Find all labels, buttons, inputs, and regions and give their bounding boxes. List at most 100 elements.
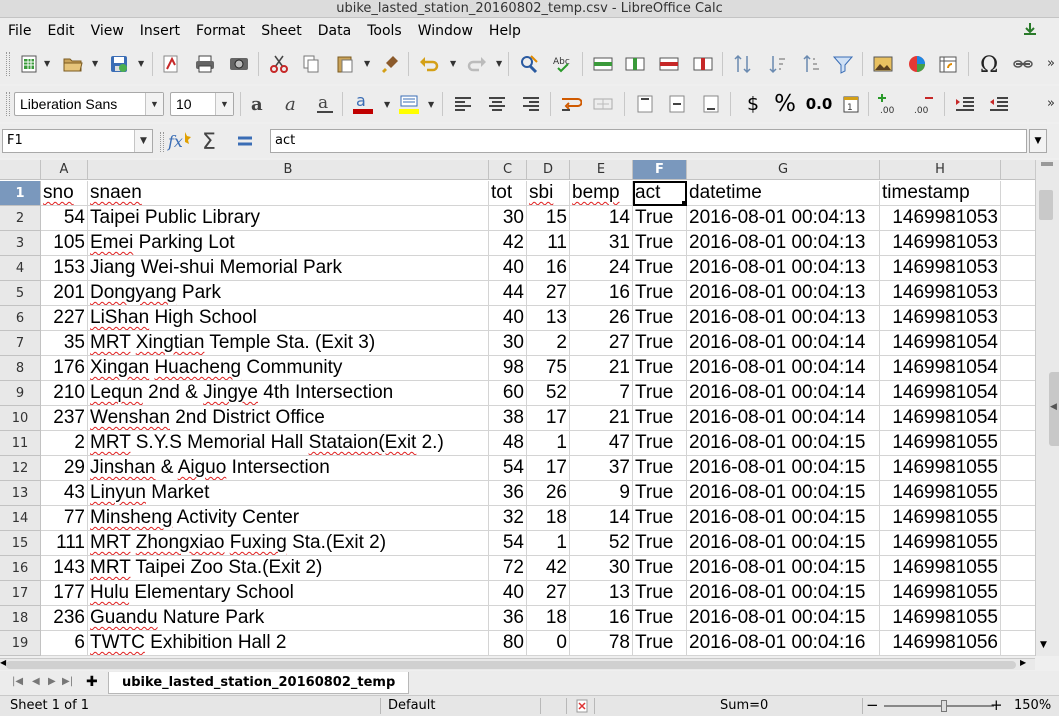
table-cell[interactable]: 9 [570,481,633,506]
table-cell[interactable]: Taipei Public Library [88,206,489,231]
row-header[interactable]: 1 [0,181,41,206]
table-cell[interactable]: 1469981055 [880,606,1001,631]
table-cell[interactable]: 54 [41,206,88,231]
formula-icon[interactable] [232,128,258,154]
percent-format-button[interactable]: % [772,91,798,117]
table-cell[interactable]: 42 [489,231,527,256]
table-cell[interactable]: 2016-08-01 00:04:14 [687,356,880,381]
table-cell[interactable]: 2016-08-01 00:04:15 [687,606,880,631]
table-cell[interactable]: 177 [41,581,88,606]
row-header[interactable]: 2 [0,206,41,231]
header-cell[interactable]: datetime [687,181,880,206]
row-header[interactable]: 16 [0,556,41,581]
row-header[interactable]: 7 [0,331,41,356]
table-cell[interactable] [1001,356,1035,381]
table-cell[interactable]: 44 [489,281,527,306]
header-cell[interactable]: act [633,181,687,206]
table-cell[interactable]: 2016-08-01 00:04:14 [687,406,880,431]
first-sheet-icon[interactable]: |◀ [12,676,23,687]
add-sheet-icon[interactable]: ✚ [86,674,98,690]
font-color-dropdown-icon[interactable]: ▼ [384,100,390,109]
table-cell[interactable]: 143 [41,556,88,581]
zoom-slider-thumb[interactable] [941,700,947,712]
highlighting-dropdown-icon[interactable]: ▼ [428,100,434,109]
table-cell[interactable]: 227 [41,306,88,331]
header-cell[interactable]: sbi [527,181,570,206]
table-cell[interactable]: 2016-08-01 00:04:15 [687,531,880,556]
table-cell[interactable]: 1469981053 [880,206,1001,231]
autofilter-icon[interactable] [830,51,856,77]
scrollbar-thumb[interactable] [1039,190,1053,220]
menu-tools[interactable]: Tools [359,18,410,44]
table-cell[interactable]: 21 [570,406,633,431]
table-cell[interactable]: True [633,331,687,356]
table-cell[interactable]: 40 [489,256,527,281]
table-cell[interactable]: 1469981053 [880,231,1001,256]
table-cell[interactable]: 35 [41,331,88,356]
bold-icon[interactable]: a [246,91,272,117]
table-cell[interactable]: 21 [570,356,633,381]
row-header[interactable]: 19 [0,631,41,656]
more-options-icon[interactable]: » [1047,96,1055,111]
last-sheet-icon[interactable]: ▶| [62,676,73,687]
header-cell[interactable]: bemp [570,181,633,206]
table-cell[interactable]: 111 [41,531,88,556]
cut-icon[interactable] [266,51,292,77]
table-cell[interactable] [1001,581,1035,606]
decrease-indent-icon[interactable] [986,91,1012,117]
column-header-g[interactable]: G [687,160,880,180]
table-cell[interactable]: Guandu Nature Park [88,606,489,631]
table-cell[interactable]: True [633,281,687,306]
table-cell[interactable]: MRT Xingtian Temple Sta. (Exit 3) [88,331,489,356]
number-format-button[interactable]: 0.0 [806,91,833,117]
export-pdf-icon[interactable] [158,51,184,77]
chevron-left-icon[interactable]: ◀ [1050,402,1057,412]
undo-icon[interactable] [416,51,442,77]
table-cell[interactable]: MRT Zhongxiao Fuxing Sta.(Exit 2) [88,531,489,556]
menu-file[interactable]: File [0,18,39,44]
table-cell[interactable]: Minsheng Activity Center [88,506,489,531]
open-dropdown-icon[interactable]: ▼ [92,59,98,68]
undo-dropdown-icon[interactable]: ▼ [450,59,456,68]
table-cell[interactable]: Lequn 2nd & Jingye 4th Intersection [88,381,489,406]
table-cell[interactable] [1001,331,1035,356]
row-header[interactable]: 11 [0,431,41,456]
sum-icon[interactable]: Σ [198,128,224,154]
table-cell[interactable]: 176 [41,356,88,381]
table-cell[interactable]: 37 [570,456,633,481]
table-cell[interactable]: 1469981053 [880,281,1001,306]
column-header-a[interactable]: A [41,160,88,180]
table-cell[interactable]: 30 [570,556,633,581]
align-left-icon[interactable] [450,91,476,117]
table-cell[interactable]: 1 [527,431,570,456]
table-cell[interactable]: 1469981053 [880,306,1001,331]
table-cell[interactable]: 16 [570,606,633,631]
table-cell[interactable]: 1469981055 [880,581,1001,606]
table-cell[interactable]: 17 [527,456,570,481]
scroll-right-arrow-icon[interactable]: ▶ [1020,658,1026,667]
table-cell[interactable]: True [633,481,687,506]
zoom-out-icon[interactable]: − [866,695,879,715]
menu-view[interactable]: View [83,18,132,44]
table-cell[interactable]: True [633,356,687,381]
table-cell[interactable]: 7 [570,381,633,406]
delete-decimal-place-icon[interactable]: .00 [910,91,936,117]
table-cell[interactable]: 72 [489,556,527,581]
table-cell[interactable] [1001,256,1035,281]
table-cell[interactable]: Hulu Elementary School [88,581,489,606]
table-cell[interactable]: True [633,406,687,431]
open-folder-icon[interactable] [60,51,86,77]
redo-dropdown-icon[interactable]: ▼ [496,59,502,68]
table-cell[interactable]: 201 [41,281,88,306]
highlighting-color-icon[interactable] [396,91,422,117]
table-cell[interactable]: Linyun Market [88,481,489,506]
column-header-d[interactable]: D [527,160,570,180]
special-character-icon[interactable]: Ω [976,51,1002,77]
align-bottom-icon[interactable] [698,91,724,117]
table-cell[interactable]: 2016-08-01 00:04:15 [687,581,880,606]
table-cell[interactable]: True [633,431,687,456]
font-size-combo[interactable]: 10 ▼ [170,92,234,116]
table-cell[interactable] [1001,306,1035,331]
table-cell[interactable] [1001,406,1035,431]
table-cell[interactable]: 2 [527,331,570,356]
